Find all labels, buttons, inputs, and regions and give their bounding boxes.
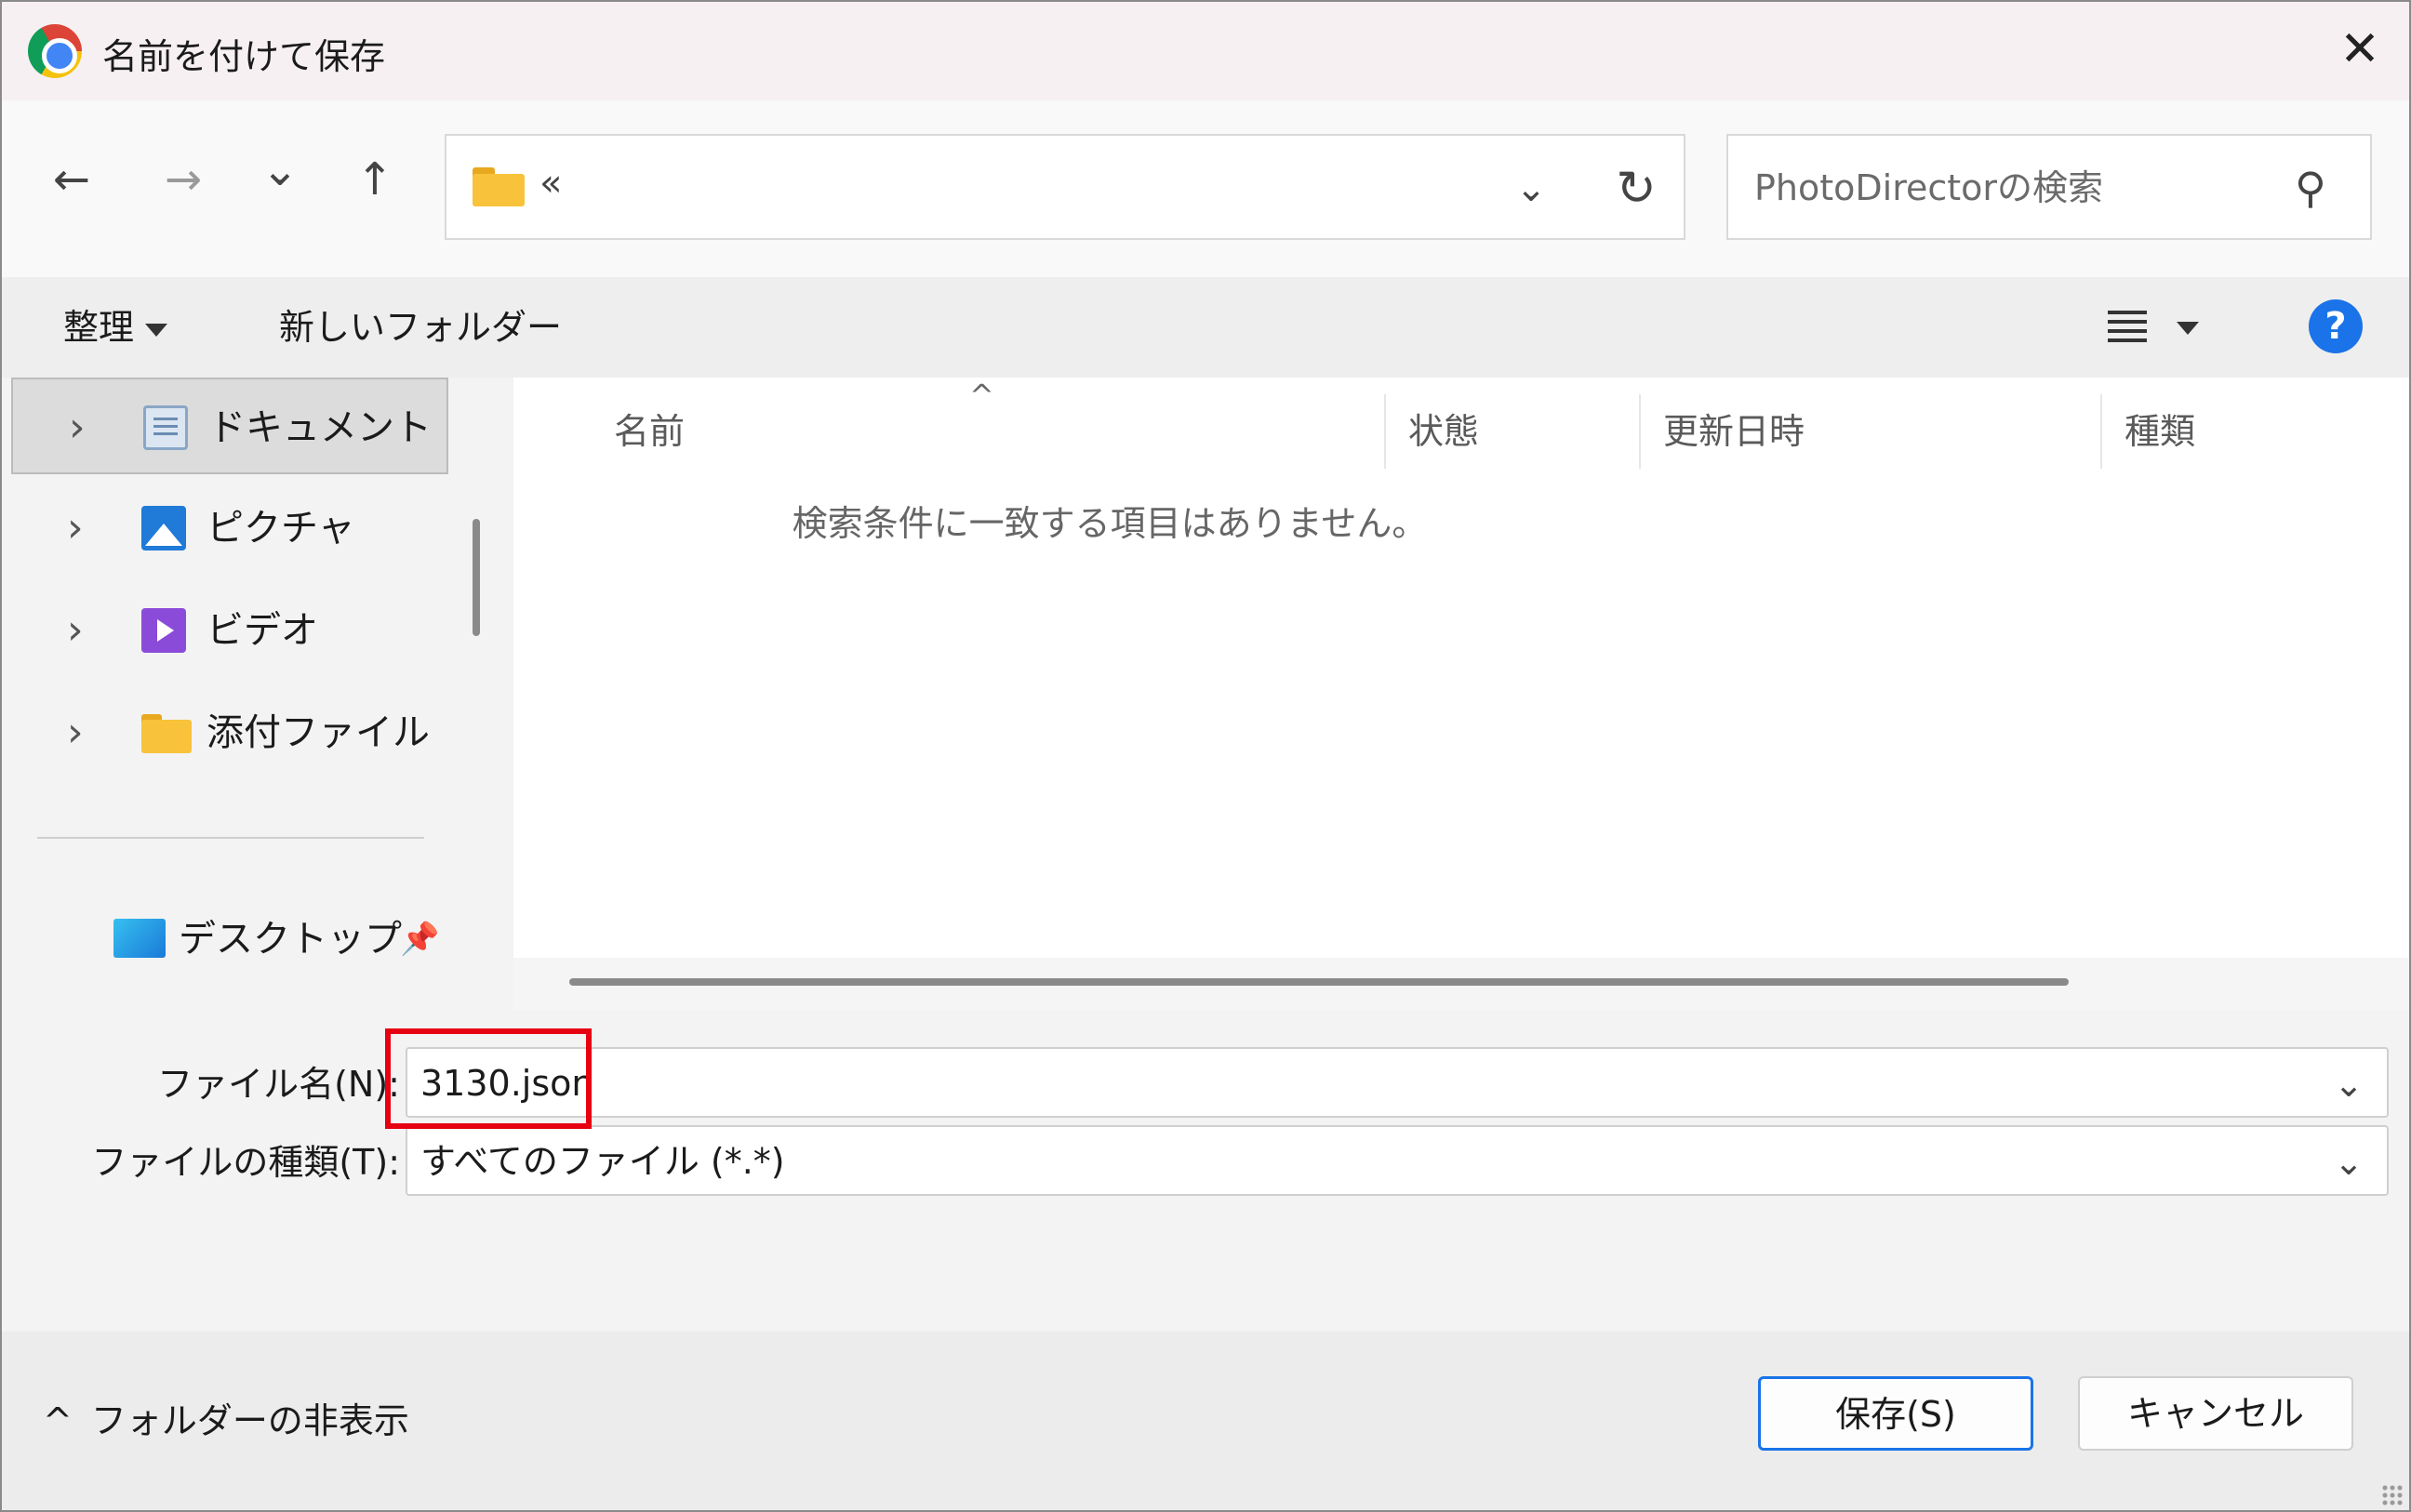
column-divider[interactable] <box>1384 394 1386 469</box>
command-bar: 整理 新しいフォルダー ? <box>2 277 2409 378</box>
nav-divider <box>37 837 424 839</box>
nav-item-desktop[interactable]: デスクトップ 📌 <box>104 908 458 973</box>
folder-icon <box>473 167 525 206</box>
video-icon <box>141 608 186 653</box>
recent-locations-chevron-icon[interactable]: ⌄ <box>247 139 313 205</box>
expand-chevron-icon[interactable]: › <box>67 504 84 552</box>
column-divider[interactable] <box>1639 394 1641 469</box>
organize-menu-button[interactable]: 整理 <box>63 301 168 353</box>
breadcrumb-overflow[interactable]: « <box>539 162 562 205</box>
nav-item-label: 添付ファイル <box>206 711 430 754</box>
filename-dropdown-chevron-icon[interactable]: ⌄ <box>2325 1058 2372 1110</box>
column-header-status[interactable]: 状態 <box>1408 394 1479 469</box>
dialog-title: 名前を付けて保存 <box>102 36 386 77</box>
organize-dropdown-icon <box>145 323 168 337</box>
filetype-dropdown-chevron-icon[interactable]: ⌄ <box>2325 1136 2372 1188</box>
folder-icon <box>141 710 192 755</box>
title-bar: 名前を付けて保存 ✕ <box>2 2 2409 100</box>
list-view-icon <box>2108 311 2147 344</box>
expand-chevron-icon[interactable]: › <box>69 404 86 452</box>
save-button[interactable]: 保存(S) <box>1758 1376 2033 1451</box>
nav-item-videos[interactable]: › ビデオ <box>11 582 448 679</box>
nav-item-label: ビデオ <box>206 609 318 652</box>
chrome-app-icon <box>28 24 82 78</box>
search-input[interactable] <box>1754 162 2294 214</box>
save-fields-area: ファイル名(N): ⌄ ファイルの種類(T): すべてのファイル (*.*) ⌄ <box>2 1010 2409 1332</box>
nav-item-label: デスクトップ <box>179 918 402 961</box>
column-header-modified[interactable]: 更新日時 <box>1663 394 1805 469</box>
nav-item-label: ドキュメント <box>208 406 432 449</box>
filename-combobox[interactable]: ⌄ <box>406 1047 2389 1118</box>
document-icon <box>143 405 188 450</box>
expand-chevron-icon[interactable]: › <box>67 606 84 655</box>
view-dropdown-icon <box>2177 322 2199 335</box>
address-dropdown-chevron-icon[interactable]: ⌄ <box>1501 156 1561 221</box>
hide-folders-toggle[interactable]: ^ フォルダーの非表示 <box>43 1393 409 1449</box>
back-arrow-icon[interactable]: ← <box>39 149 104 214</box>
column-header-type[interactable]: 種類 <box>2125 394 2195 469</box>
navigation-pane: › ドキュメント › ピクチャ › ビデオ › 添付ファイル デスクトップ 📌 <box>2 378 504 1010</box>
new-folder-button[interactable]: 新しいフォルダー <box>279 301 562 353</box>
desktop-icon <box>113 919 166 958</box>
horizontal-scrollbar[interactable] <box>513 958 2409 1010</box>
filename-highlight-box <box>385 1028 592 1129</box>
save-as-dialog: 名前を付けて保存 ✕ ← → ⌄ ↑ « ⌄ ↻ ⚲ 整理 新しいフォルダー ? <box>0 0 2411 1512</box>
column-divider[interactable] <box>2100 394 2102 469</box>
sort-ascending-icon: ^ <box>969 378 994 413</box>
organize-label: 整理 <box>63 307 135 348</box>
search-box[interactable]: ⚲ <box>1726 134 2372 240</box>
file-list-pane: ^ 名前 状態 更新日時 種類 検索条件に一致する項目はありません。 <box>513 378 2409 1010</box>
cancel-button[interactable]: キャンセル <box>2078 1376 2353 1451</box>
filename-label: ファイル名(N): <box>157 1064 400 1105</box>
expand-chevron-icon[interactable]: › <box>67 709 84 757</box>
view-options-button[interactable] <box>2100 301 2216 353</box>
filetype-select[interactable]: すべてのファイル (*.*) ⌄ <box>406 1125 2389 1196</box>
address-bar[interactable]: « ⌄ ↻ <box>445 134 1685 240</box>
refresh-icon[interactable]: ↻ <box>1604 156 1669 221</box>
search-icon[interactable]: ⚲ <box>2281 158 2340 218</box>
help-icon[interactable]: ? <box>2309 299 2363 353</box>
chevron-up-icon: ^ <box>43 1400 73 1441</box>
filetype-value: すべてのファイル (*.*) <box>420 1141 785 1182</box>
hide-folders-label: フォルダーの非表示 <box>90 1400 409 1441</box>
nav-item-documents[interactable]: › ドキュメント <box>11 378 448 474</box>
filename-input[interactable] <box>420 1056 2299 1110</box>
dialog-footer: ^ フォルダーの非表示 保存(S) キャンセル <box>2 1332 2409 1510</box>
close-icon[interactable]: ✕ <box>2327 20 2392 82</box>
resize-grip-icon[interactable] <box>2381 1484 2404 1506</box>
column-header-name[interactable]: 名前 <box>614 394 685 469</box>
nav-item-attachments[interactable]: › 添付ファイル <box>11 684 448 781</box>
filetype-label: ファイルの種類(T): <box>91 1142 400 1183</box>
up-arrow-icon[interactable]: ↑ <box>342 149 407 214</box>
horizontal-scrollbar-thumb[interactable] <box>569 978 2069 986</box>
forward-arrow-icon[interactable]: → <box>151 149 216 214</box>
empty-results-message: 検索条件に一致する項目はありません。 <box>792 503 1428 544</box>
address-row: ← → ⌄ ↑ « ⌄ ↻ ⚲ <box>2 100 2409 277</box>
pin-icon: 📌 <box>400 921 440 958</box>
